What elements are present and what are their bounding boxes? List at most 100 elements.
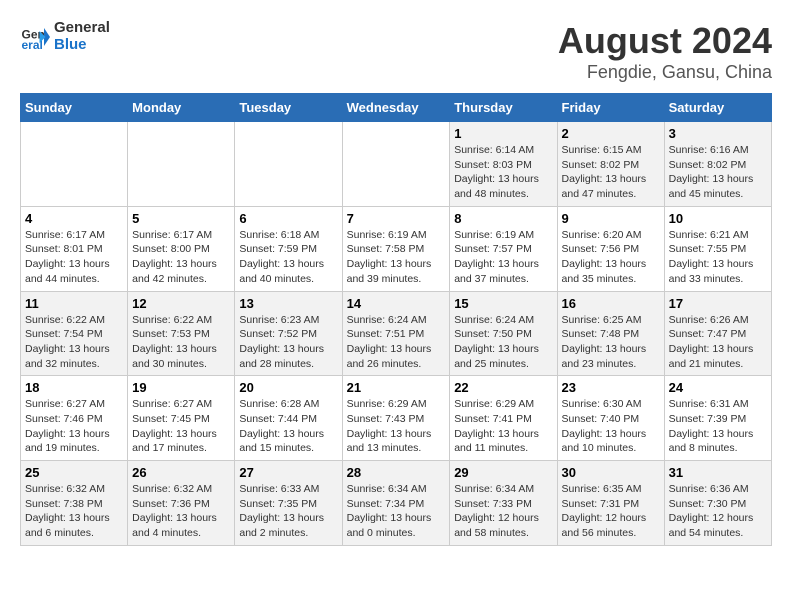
day-info: Sunrise: 6:27 AM Sunset: 7:45 PM Dayligh…: [132, 397, 230, 456]
day-number: 15: [454, 296, 552, 311]
weekday-header-thursday: Thursday: [450, 94, 557, 122]
calendar-cell: [235, 122, 342, 207]
calendar-cell: 12 Sunrise: 6:22 AM Sunset: 7:53 PM Dayli…: [128, 291, 235, 376]
day-number: 19: [132, 380, 230, 395]
weekday-header-sunday: Sunday: [21, 94, 128, 122]
day-number: 18: [25, 380, 123, 395]
week-row-2: 4 Sunrise: 6:17 AM Sunset: 8:01 PM Daylig…: [21, 206, 772, 291]
weekday-header-friday: Friday: [557, 94, 664, 122]
logo: Gen eral General Blue: [20, 20, 110, 53]
calendar-cell: 23 Sunrise: 6:30 AM Sunset: 7:40 PM Dayli…: [557, 376, 664, 461]
day-number: 22: [454, 380, 552, 395]
day-number: 30: [562, 465, 660, 480]
day-number: 1: [454, 126, 552, 141]
day-number: 26: [132, 465, 230, 480]
day-info: Sunrise: 6:24 AM Sunset: 7:51 PM Dayligh…: [347, 313, 446, 372]
day-number: 3: [669, 126, 767, 141]
calendar-cell: 25Sunrise: 6:32 AM Sunset: 7:38 PM Dayli…: [21, 461, 128, 546]
day-number: 24: [669, 380, 767, 395]
day-info: Sunrise: 6:23 AM Sunset: 7:52 PM Dayligh…: [239, 313, 337, 372]
calendar-title: August 2024: [558, 20, 772, 62]
day-info: Sunrise: 6:33 AM Sunset: 7:35 PM Dayligh…: [239, 482, 337, 541]
week-row-4: 18 Sunrise: 6:27 AM Sunset: 7:46 PM Dayli…: [21, 376, 772, 461]
calendar-cell: [128, 122, 235, 207]
calendar-cell: 3 Sunrise: 6:16 AM Sunset: 8:02 PM Daylig…: [664, 122, 771, 207]
calendar-cell: 7Sunrise: 6:19 AM Sunset: 7:58 PM Daylig…: [342, 206, 450, 291]
weekday-header-monday: Monday: [128, 94, 235, 122]
calendar-cell: 5 Sunrise: 6:17 AM Sunset: 8:00 PM Daylig…: [128, 206, 235, 291]
day-info: Sunrise: 6:35 AM Sunset: 7:31 PM Dayligh…: [562, 482, 660, 541]
day-info: Sunrise: 6:36 AM Sunset: 7:30 PM Dayligh…: [669, 482, 767, 541]
calendar-cell: 22 Sunrise: 6:29 AM Sunset: 7:41 PM Dayli…: [450, 376, 557, 461]
day-info: Sunrise: 6:19 AM Sunset: 7:57 PM Dayligh…: [454, 228, 552, 287]
calendar-cell: 17 Sunrise: 6:26 AM Sunset: 7:47 PM Dayli…: [664, 291, 771, 376]
day-number: 28: [347, 465, 446, 480]
calendar-subtitle: Fengdie, Gansu, China: [558, 62, 772, 83]
day-number: 21: [347, 380, 446, 395]
calendar-cell: 24Sunrise: 6:31 AM Sunset: 7:39 PM Dayli…: [664, 376, 771, 461]
calendar-cell: 18 Sunrise: 6:27 AM Sunset: 7:46 PM Dayli…: [21, 376, 128, 461]
day-info: Sunrise: 6:29 AM Sunset: 7:43 PM Dayligh…: [347, 397, 446, 456]
day-number: 23: [562, 380, 660, 395]
calendar-cell: 13 Sunrise: 6:23 AM Sunset: 7:52 PM Dayli…: [235, 291, 342, 376]
day-number: 29: [454, 465, 552, 480]
calendar-cell: 19 Sunrise: 6:27 AM Sunset: 7:45 PM Dayli…: [128, 376, 235, 461]
day-info: Sunrise: 6:17 AM Sunset: 8:00 PM Dayligh…: [132, 228, 230, 287]
logo-general-text: General: [54, 20, 110, 37]
weekday-header-row: SundayMondayTuesdayWednesdayThursdayFrid…: [21, 94, 772, 122]
day-info: Sunrise: 6:28 AM Sunset: 7:44 PM Dayligh…: [239, 397, 337, 456]
calendar-cell: 16 Sunrise: 6:25 AM Sunset: 7:48 PM Dayli…: [557, 291, 664, 376]
calendar-cell: 27 Sunrise: 6:33 AM Sunset: 7:35 PM Dayli…: [235, 461, 342, 546]
day-info: Sunrise: 6:22 AM Sunset: 7:54 PM Dayligh…: [25, 313, 123, 372]
day-info: Sunrise: 6:27 AM Sunset: 7:46 PM Dayligh…: [25, 397, 123, 456]
day-info: Sunrise: 6:30 AM Sunset: 7:40 PM Dayligh…: [562, 397, 660, 456]
day-number: 10: [669, 211, 767, 226]
day-number: 12: [132, 296, 230, 311]
day-number: 14: [347, 296, 446, 311]
day-number: 5: [132, 211, 230, 226]
calendar-cell: 30 Sunrise: 6:35 AM Sunset: 7:31 PM Dayli…: [557, 461, 664, 546]
calendar-cell: 15 Sunrise: 6:24 AM Sunset: 7:50 PM Dayli…: [450, 291, 557, 376]
calendar-cell: 9Sunrise: 6:20 AM Sunset: 7:56 PM Daylig…: [557, 206, 664, 291]
day-number: 7: [347, 211, 446, 226]
weekday-header-saturday: Saturday: [664, 94, 771, 122]
day-info: Sunrise: 6:24 AM Sunset: 7:50 PM Dayligh…: [454, 313, 552, 372]
day-number: 25: [25, 465, 123, 480]
page-header: Gen eral General Blue August 2024 Fengdi…: [20, 20, 772, 83]
calendar-cell: 31 Sunrise: 6:36 AM Sunset: 7:30 PM Dayli…: [664, 461, 771, 546]
day-info: Sunrise: 6:14 AM Sunset: 8:03 PM Dayligh…: [454, 143, 552, 202]
day-info: Sunrise: 6:26 AM Sunset: 7:47 PM Dayligh…: [669, 313, 767, 372]
calendar-cell: 14 Sunrise: 6:24 AM Sunset: 7:51 PM Dayli…: [342, 291, 450, 376]
calendar-cell: [342, 122, 450, 207]
day-number: 13: [239, 296, 337, 311]
day-number: 31: [669, 465, 767, 480]
day-number: 4: [25, 211, 123, 226]
logo-icon: Gen eral: [20, 22, 50, 52]
calendar-cell: 2Sunrise: 6:15 AM Sunset: 8:02 PM Daylig…: [557, 122, 664, 207]
day-info: Sunrise: 6:29 AM Sunset: 7:41 PM Dayligh…: [454, 397, 552, 456]
day-info: Sunrise: 6:17 AM Sunset: 8:01 PM Dayligh…: [25, 228, 123, 287]
day-number: 6: [239, 211, 337, 226]
day-number: 27: [239, 465, 337, 480]
calendar-cell: 26 Sunrise: 6:32 AM Sunset: 7:36 PM Dayli…: [128, 461, 235, 546]
week-row-1: 1 Sunrise: 6:14 AM Sunset: 8:03 PM Daylig…: [21, 122, 772, 207]
day-info: Sunrise: 6:20 AM Sunset: 7:56 PM Dayligh…: [562, 228, 660, 287]
day-info: Sunrise: 6:21 AM Sunset: 7:55 PM Dayligh…: [669, 228, 767, 287]
calendar-cell: 6Sunrise: 6:18 AM Sunset: 7:59 PM Daylig…: [235, 206, 342, 291]
day-info: Sunrise: 6:22 AM Sunset: 7:53 PM Dayligh…: [132, 313, 230, 372]
day-number: 17: [669, 296, 767, 311]
day-info: Sunrise: 6:16 AM Sunset: 8:02 PM Dayligh…: [669, 143, 767, 202]
calendar-cell: 11Sunrise: 6:22 AM Sunset: 7:54 PM Dayli…: [21, 291, 128, 376]
day-number: 8: [454, 211, 552, 226]
calendar-cell: 10 Sunrise: 6:21 AM Sunset: 7:55 PM Dayli…: [664, 206, 771, 291]
calendar-cell: 28Sunrise: 6:34 AM Sunset: 7:34 PM Dayli…: [342, 461, 450, 546]
week-row-5: 25Sunrise: 6:32 AM Sunset: 7:38 PM Dayli…: [21, 461, 772, 546]
weekday-header-wednesday: Wednesday: [342, 94, 450, 122]
day-info: Sunrise: 6:32 AM Sunset: 7:36 PM Dayligh…: [132, 482, 230, 541]
day-number: 2: [562, 126, 660, 141]
day-info: Sunrise: 6:25 AM Sunset: 7:48 PM Dayligh…: [562, 313, 660, 372]
logo-blue-text: Blue: [54, 37, 110, 54]
day-number: 16: [562, 296, 660, 311]
calendar-cell: 20Sunrise: 6:28 AM Sunset: 7:44 PM Dayli…: [235, 376, 342, 461]
calendar-cell: 29Sunrise: 6:34 AM Sunset: 7:33 PM Dayli…: [450, 461, 557, 546]
